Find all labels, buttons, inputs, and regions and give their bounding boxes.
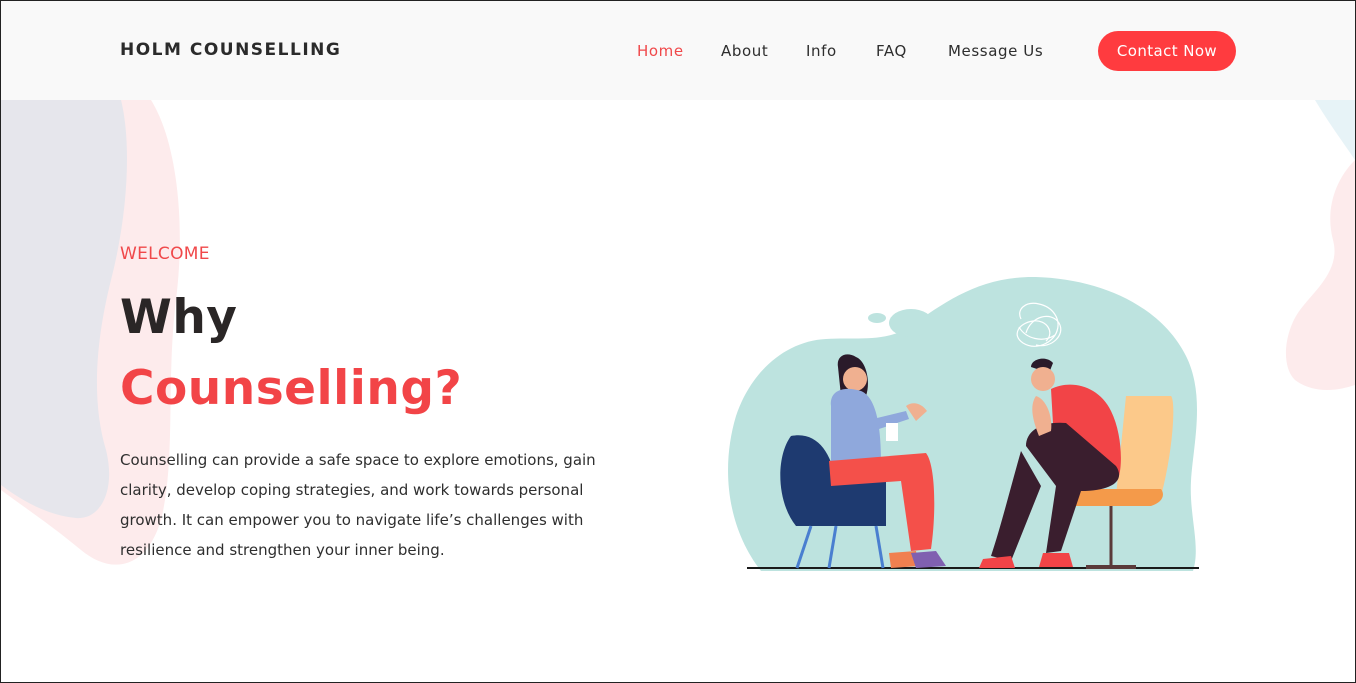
contact-now-button[interactable]: Contact Now <box>1098 31 1236 71</box>
nav-faq[interactable]: FAQ <box>876 42 907 60</box>
thought-bubble-small <box>868 313 886 323</box>
hero-body-text: Counselling can provide a safe space to … <box>120 451 596 559</box>
hero-title-line1: Why <box>120 290 238 345</box>
hero-eyebrow: WELCOME <box>120 244 210 264</box>
site-header: HOLM COUNSELLING Home About Info FAQ Mes… <box>1 1 1355 100</box>
nav-about[interactable]: About <box>721 42 768 60</box>
nav-home[interactable]: Home <box>637 42 684 60</box>
counselling-session-illustration <box>728 276 1199 571</box>
site-logo[interactable]: HOLM COUNSELLING <box>120 40 341 60</box>
decorative-blob-right <box>1285 100 1355 390</box>
nav-info[interactable]: Info <box>806 42 837 60</box>
nav-message-us[interactable]: Message Us <box>948 42 1043 60</box>
thought-bubble-large <box>889 309 933 337</box>
hero-title-line2: Counselling? <box>120 361 463 416</box>
